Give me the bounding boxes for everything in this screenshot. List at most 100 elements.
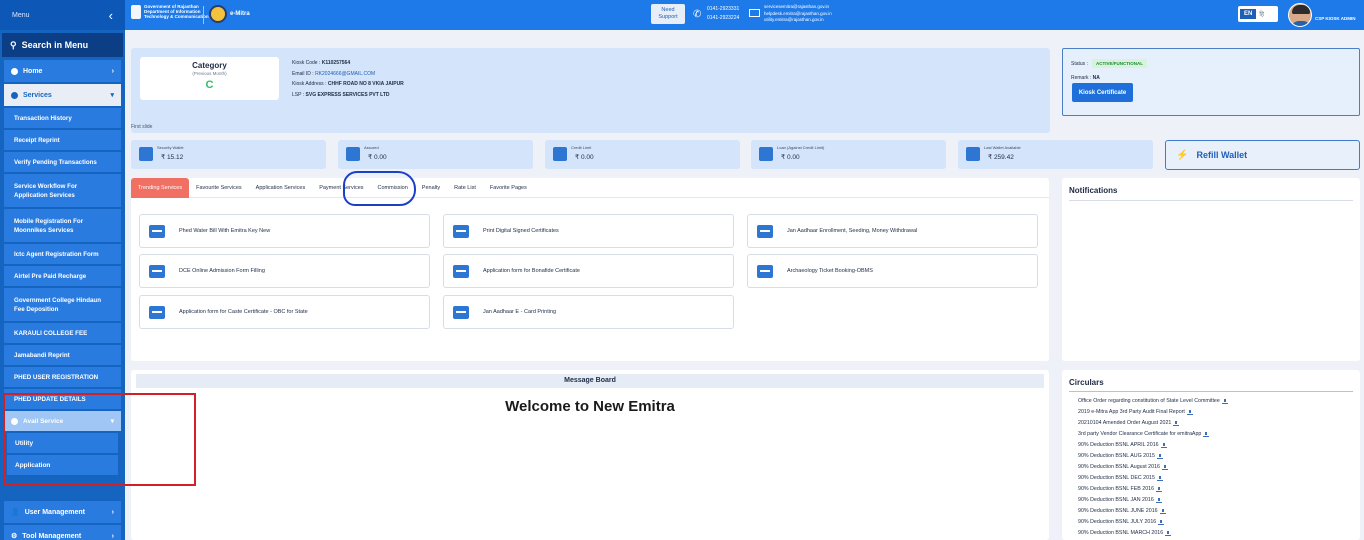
lang-en[interactable]: EN <box>1240 9 1257 19</box>
circular-label: 90% Deduction BSNL JULY 2016 <box>1078 519 1157 525</box>
download-icon[interactable] <box>1221 399 1228 404</box>
sidebar-subitem-airtel-recharge[interactable]: Airtel Pre Paid Recharge <box>4 266 121 286</box>
download-icon[interactable] <box>1165 531 1172 536</box>
need-support-button[interactable]: Need Support <box>651 4 685 24</box>
download-icon[interactable] <box>1173 421 1180 426</box>
circular-item[interactable]: 90% Deduction BSNL JUNE 2016 <box>1078 506 1228 517</box>
sidebar-item-home[interactable]: Home › <box>4 60 121 82</box>
avatar[interactable] <box>1288 3 1312 27</box>
service-card[interactable]: Jan Aadhaar E - Card Printing <box>443 295 734 329</box>
service-card[interactable]: DCE Online Admission Form Filling <box>139 254 430 288</box>
download-icon[interactable] <box>1161 465 1168 470</box>
circular-item[interactable]: 20210104 Amended Order August 2021 <box>1078 418 1228 429</box>
sidebar-subitem-hindaun-fee[interactable]: Government College Hindaun Fee Depositio… <box>4 288 121 321</box>
top-bar: Government of Rajasthan Department of In… <box>125 0 1364 30</box>
status-badge: ACTIVE/FUNCTIONAL <box>1091 59 1147 68</box>
service-card[interactable]: Application form for Caste Certificate -… <box>139 295 430 329</box>
email-1[interactable]: servicesemitra@rajasthan.gov.in <box>764 4 829 9</box>
card-icon <box>553 147 567 161</box>
collapse-chevron-icon[interactable]: ‹ <box>109 8 113 23</box>
email-3[interactable]: utility.emitra@rajasthan.gov.in <box>764 17 824 22</box>
circular-item[interactable]: 90% Deduction BSNL MARCH 2016 <box>1078 528 1228 539</box>
wallet-value: ₹ 0.00 <box>781 154 800 161</box>
divider <box>1069 200 1353 201</box>
circular-label: 90% Deduction BSNL APRIL 2016 <box>1078 442 1159 448</box>
download-icon[interactable] <box>1203 432 1210 437</box>
download-icon[interactable] <box>1156 476 1163 481</box>
sidebar-item-tool-management[interactable]: ⚙ Tool Management › <box>4 525 121 540</box>
phone-icon: ✆ <box>693 9 702 20</box>
lsp-label: LSP : <box>292 91 305 98</box>
sidebar-subitem-receipt-reprint[interactable]: Receipt Reprint <box>4 130 121 150</box>
circular-item[interactable]: 90% Deduction BSNL APRIL 2016 <box>1078 440 1228 451</box>
category-title: Category <box>192 61 227 70</box>
email-value[interactable]: RK2024666@GMAIL.COM <box>315 71 375 77</box>
tool-icon: ⚙ <box>11 533 18 540</box>
download-icon[interactable] <box>1186 410 1193 415</box>
circular-item[interactable]: 90% Deduction BSNL FEB 2016 <box>1078 484 1228 495</box>
download-icon[interactable] <box>1155 498 1162 503</box>
circular-item[interactable]: 90% Deduction BSNL August 2016 <box>1078 462 1228 473</box>
status-panel: Status : ACTIVE/FUNCTIONAL Remark : NA K… <box>1062 48 1360 116</box>
service-card[interactable]: Archaeology Ticket Booking-OBMS <box>747 254 1038 288</box>
emitra-logo: e-Mitra <box>209 5 250 23</box>
wallet-icon <box>966 147 980 161</box>
remark-row: Remark : NA <box>1071 75 1100 81</box>
kiosk-details: Kiosk Code : K110257564 Email ID : RK202… <box>292 58 404 100</box>
tab-favorite-pages[interactable]: Favorite Pages <box>483 178 534 198</box>
sidebar-subitem-service-workflow[interactable]: Service Workflow For Application Service… <box>4 174 121 207</box>
circular-item[interactable]: 3rd party Vendor Clearance Certificate f… <box>1078 429 1228 440</box>
search-menu-button[interactable]: ⚲ Search in Menu <box>2 33 123 57</box>
service-card-icon <box>149 224 165 238</box>
service-card[interactable]: Jan Aadhaar Enrollment, Seeding, Money W… <box>747 214 1038 248</box>
service-card-icon <box>453 224 469 238</box>
phone-1: 0141-2923331 <box>707 6 740 12</box>
highlight-box <box>3 393 196 486</box>
service-card[interactable]: Application form for Bonafide Certificat… <box>443 254 734 288</box>
gov-logo: Government of Rajasthan Department of In… <box>131 4 209 19</box>
sidebar-item-user-management[interactable]: 👤 User Management › <box>4 501 121 523</box>
sidebar-subitem-jamabandi[interactable]: Jamabandi Reprint <box>4 345 121 365</box>
tab-application-services[interactable]: Application Services <box>249 178 313 198</box>
circular-item[interactable]: 2019 e-Mitra App 3rd Party Audit Final R… <box>1078 407 1228 418</box>
download-icon[interactable] <box>1158 520 1165 525</box>
download-icon[interactable] <box>1159 509 1166 514</box>
services-panel: Trending Services Favourite Services App… <box>131 177 1049 361</box>
circular-item[interactable]: 90% Deduction BSNL DEC 2015 <box>1078 473 1228 484</box>
language-toggle[interactable]: EN हि <box>1238 6 1278 22</box>
wallet-card-security: Security Wallet ₹ 15.12 <box>131 140 326 169</box>
email-2[interactable]: helpdesk.emitra@rajasthan.gov.in <box>764 11 832 16</box>
sidebar-item-label: Tool Management <box>22 532 82 540</box>
download-icon[interactable] <box>1156 487 1163 492</box>
tab-rate-list[interactable]: Rate List <box>447 178 483 198</box>
circular-item[interactable]: Office Order regarding constitution of S… <box>1078 396 1228 407</box>
sidebar-subitem-karauli-fee[interactable]: KARAULI COLLEGE FEE <box>4 323 121 343</box>
sidebar-item-services[interactable]: Services ▾ <box>4 84 121 106</box>
circular-item[interactable]: 90% Deduction BSNL JAN 2016 <box>1078 495 1228 506</box>
user-name[interactable]: CSP KIOSK ADMIN <box>1315 16 1356 21</box>
service-card[interactable]: Phed Water Bill With Emitra Key New <box>139 214 430 248</box>
tab-favourite-services[interactable]: Favourite Services <box>189 178 249 198</box>
service-label: DCE Online Admission Form Filling <box>179 268 265 274</box>
sidebar-subitem-verify-pending[interactable]: Verify Pending Transactions <box>4 152 121 172</box>
service-card[interactable]: Print Digital Signed Certificates <box>443 214 734 248</box>
sidebar-subitem-phed-registration[interactable]: PHED USER REGISTRATION <box>4 367 121 387</box>
chevron-right-icon: › <box>111 532 114 540</box>
kiosk-code-label: Kiosk Code : <box>292 60 321 66</box>
sidebar-subitem-mobile-registration[interactable]: Mobile Registration For Moonnikes Servic… <box>4 209 121 242</box>
message-board-title: Message Board <box>136 374 1044 388</box>
tab-trending-services[interactable]: Trending Services <box>131 177 190 198</box>
document-icon <box>346 147 360 161</box>
refill-wallet-button[interactable]: ⚡ Refill Wallet <box>1165 140 1360 170</box>
tab-penalty[interactable]: Penalty <box>415 178 447 198</box>
download-icon[interactable] <box>1156 454 1163 459</box>
kiosk-certificate-button[interactable]: Kiosk Certificate <box>1072 83 1133 102</box>
service-card-icon <box>453 264 469 278</box>
email-list: servicesemitra@rajasthan.gov.in helpdesk… <box>764 4 832 24</box>
lang-hi[interactable]: हि <box>1259 10 1264 18</box>
sidebar-subitem-ictc-agent[interactable]: Ictc Agent Registration Form <box>4 244 121 264</box>
download-icon[interactable] <box>1160 443 1167 448</box>
circular-item[interactable]: 90% Deduction BSNL AUG 2015 <box>1078 451 1228 462</box>
circular-item[interactable]: 90% Deduction BSNL JULY 2016 <box>1078 517 1228 528</box>
sidebar-subitem-transaction-history[interactable]: Transaction History <box>4 108 121 128</box>
